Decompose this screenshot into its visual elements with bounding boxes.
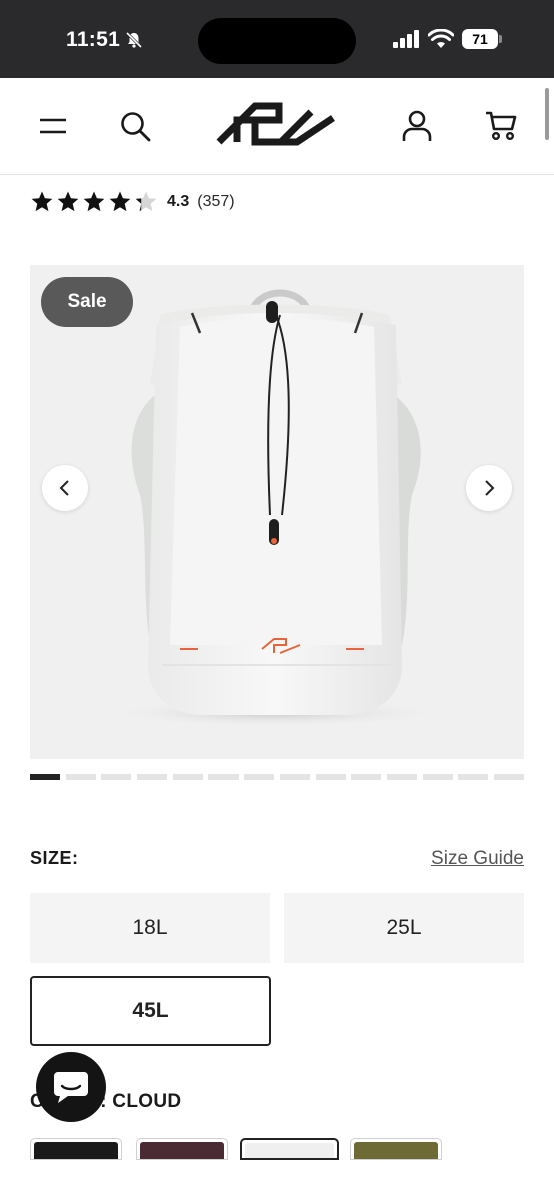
pagination-dot[interactable] (422, 774, 453, 780)
search-button[interactable] (112, 78, 158, 174)
pagination-dot[interactable] (458, 774, 489, 780)
next-image-button[interactable] (466, 465, 512, 511)
chat-bubble-icon (54, 1072, 88, 1103)
star-icon (109, 191, 131, 212)
review-count[interactable]: (357) (197, 193, 234, 211)
bell-muted-icon (125, 31, 143, 49)
battery-tip (499, 35, 502, 43)
hamburger-menu-icon (40, 118, 66, 134)
pagination-dot[interactable] (172, 774, 203, 780)
star-icon (57, 191, 79, 212)
previous-image-button[interactable] (42, 465, 88, 511)
pagination-dot[interactable] (101, 774, 132, 780)
pagination-dot[interactable] (137, 774, 168, 780)
product-rating[interactable]: 4.3 (357) (30, 188, 235, 216)
cellular-signal-icon (393, 30, 419, 48)
pagination-dot[interactable] (386, 774, 417, 780)
color-swatch-olive[interactable] (350, 1138, 442, 1160)
swatch-fill (34, 1142, 118, 1159)
size-option-45l[interactable]: 45L (30, 976, 271, 1046)
star-icon (135, 191, 157, 212)
rating-value: 4.3 (167, 193, 190, 210)
user-icon (402, 110, 432, 141)
pagination-dot[interactable] (65, 774, 96, 780)
menu-button[interactable] (30, 78, 76, 174)
chevron-left-icon (59, 480, 69, 496)
pagination-dot[interactable] (30, 774, 61, 780)
site-header (0, 78, 554, 175)
product-image-gallery[interactable]: Sale (30, 265, 524, 759)
size-label: SIZE: (30, 848, 79, 868)
account-button[interactable] (394, 78, 440, 174)
pagination-dot[interactable] (315, 774, 346, 780)
scroll-indicator[interactable] (545, 88, 549, 140)
dynamic-island (198, 18, 356, 64)
star-icon (83, 191, 105, 212)
rating-stars (30, 190, 158, 214)
pd-logo-icon (216, 102, 335, 146)
chevron-right-icon (485, 480, 495, 496)
size-option-25l[interactable]: 25L (284, 893, 524, 963)
status-bar: 11:51 71 (0, 0, 554, 78)
color-swatch-cloud[interactable] (240, 1138, 339, 1160)
sale-badge: Sale (41, 277, 133, 327)
size-option-18l[interactable]: 18L (30, 893, 270, 963)
pagination-dot[interactable] (493, 774, 525, 780)
status-time: 11:51 (66, 28, 121, 51)
pagination-dot[interactable] (279, 774, 310, 780)
pagination-dot[interactable] (351, 774, 382, 780)
search-icon (121, 112, 151, 142)
color-swatch-eclipse[interactable] (136, 1138, 228, 1160)
backpack-product-image (104, 289, 444, 727)
peak-design-logo[interactable] (210, 78, 344, 174)
size-guide-link[interactable]: Size Guide (431, 848, 524, 870)
cart-button[interactable] (478, 78, 524, 174)
chat-button[interactable] (36, 1052, 106, 1122)
shopping-cart-icon (486, 111, 517, 141)
star-icon (31, 191, 53, 212)
swatch-fill (354, 1142, 438, 1159)
pagination-dot[interactable] (244, 774, 275, 780)
color-swatch-black[interactable] (30, 1138, 122, 1160)
battery-indicator: 71 (462, 29, 498, 49)
wifi-icon (428, 29, 454, 48)
gallery-pagination (30, 774, 525, 780)
swatch-fill (140, 1142, 224, 1159)
pagination-dot[interactable] (208, 774, 239, 780)
swatch-fill (245, 1143, 334, 1158)
